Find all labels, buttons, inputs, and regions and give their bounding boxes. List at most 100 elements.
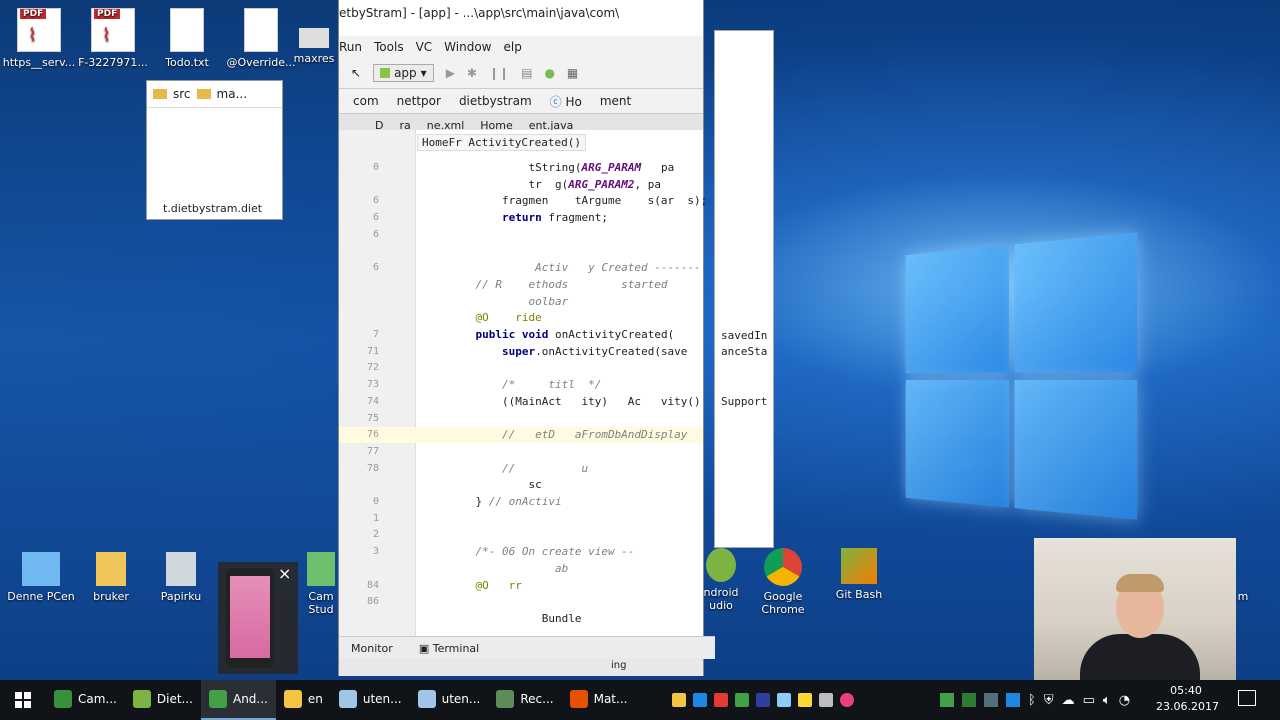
code-line[interactable]: 6 — [339, 227, 703, 243]
code-line[interactable]: 76 // etD aFromDbAndDisplay — [339, 427, 703, 444]
explorer-icon[interactable] — [693, 693, 707, 707]
desktop-icon-android-studio[interactable]: ndroid udio — [700, 548, 742, 612]
run-config-select[interactable]: app ▾ — [373, 64, 434, 82]
taskbar-item[interactable]: Mat... — [562, 680, 636, 720]
desktop-icon-maxres[interactable]: maxres — [290, 8, 338, 65]
desktop-icon-git-bash[interactable]: Git Bash — [822, 548, 896, 601]
folder-icon[interactable] — [798, 693, 812, 707]
desktop-icon-this-pc[interactable]: Denne PCen — [4, 552, 78, 603]
method-breadcrumb[interactable]: HomeFr ActivityCreated() — [417, 134, 586, 151]
sdk-manager-icon[interactable]: ▤ — [521, 66, 532, 80]
menu-tools[interactable]: Tools — [374, 40, 404, 54]
notepad-icon[interactable] — [777, 693, 791, 707]
structure-icon[interactable]: ▦ — [567, 66, 578, 80]
app-icon[interactable] — [940, 693, 954, 707]
taskbar-item[interactable]: And... — [200, 680, 276, 720]
code-line[interactable]: 72 — [339, 360, 703, 376]
desktop-icon-pdf-2[interactable]: PDF ⌇ F-3227971... — [76, 8, 150, 69]
code-line[interactable]: 3 /*- 06 On create view -- — [339, 544, 703, 560]
code-line[interactable]: 77 — [339, 444, 703, 460]
secondary-editor-panel[interactable]: savedIn anceSta Support — [714, 30, 774, 548]
code-line[interactable]: 2 — [339, 527, 703, 543]
menu-help[interactable]: elp — [504, 40, 522, 54]
phone-emulator-thumbnail[interactable] — [226, 568, 274, 668]
code-line[interactable]: 0 } // onActivi — [339, 494, 703, 510]
code-line[interactable]: 84 @O rr — [339, 578, 703, 594]
monitor-icon[interactable] — [984, 693, 998, 707]
code-line[interactable]: 78 // u — [339, 461, 703, 477]
code-line[interactable]: tr g(ARG_PARAM2, pa — [339, 177, 703, 193]
code-line[interactable]: 7 public void onActivityCreated( — [339, 327, 703, 343]
nav-crumb-home[interactable]: ⓒ Ho — [550, 93, 582, 110]
file-explorer-window[interactable]: src ma... t.dietbystram.diet — [146, 80, 283, 220]
desktop-icon-override[interactable]: @Override... — [224, 8, 298, 69]
code-line[interactable]: 6 fragmen tArgume s(ar s); — [339, 193, 707, 209]
firefox-icon[interactable] — [714, 693, 728, 707]
desktop-icon-pdf-1[interactable]: PDF ⌇ https__serv... — [2, 8, 76, 69]
attach-debugger-icon[interactable]: ❙❙ — [489, 66, 509, 80]
taskbar-item[interactable]: Diet... — [125, 680, 201, 720]
taskbar-item[interactable]: uten... — [410, 680, 489, 720]
code-line[interactable]: 74 ((MainAct ity) Ac vity() — [339, 394, 703, 410]
code-line[interactable]: Bundle — [339, 611, 703, 627]
photoshop-icon[interactable] — [756, 693, 770, 707]
taskbar-item[interactable]: uten... — [331, 680, 410, 720]
menu-window[interactable]: Window — [444, 40, 491, 54]
code-editor[interactable]: HomeFr ActivityCreated() 0 tString(ARG_P… — [339, 130, 707, 636]
start-button[interactable] — [0, 680, 46, 720]
code-line[interactable]: 1 — [339, 511, 703, 527]
explorer-file-label[interactable]: t.dietbystram.diet — [163, 202, 262, 215]
code-line[interactable]: 71 super.onActivityCreated(save — [339, 344, 703, 360]
code-line[interactable]: 6 Activ y Created ------- — [339, 260, 703, 276]
close-icon[interactable]: × — [278, 564, 291, 583]
folder-icon[interactable] — [672, 693, 686, 707]
nav-crumb-dietbystram[interactable]: dietbystram — [459, 94, 532, 108]
tool-tab-terminal[interactable]: ▣ Terminal — [419, 642, 479, 655]
code-line[interactable]: 73 /* titl */ — [339, 377, 703, 393]
menu-vcs[interactable]: VC — [416, 40, 433, 54]
emulator-thumbnail-preview[interactable]: × — [218, 562, 298, 674]
shield-icon[interactable]: ⛨ — [1044, 693, 1054, 708]
code-line[interactable]: 0 tString(ARG_PARAM pa — [339, 160, 703, 176]
desktop-icon-recycle-bin[interactable]: Papirku — [144, 552, 218, 603]
breadcrumb-main[interactable]: ma... — [217, 87, 248, 101]
bluetooth-icon[interactable]: ᛒ — [1028, 693, 1036, 708]
nav-crumb-com[interactable]: com — [353, 94, 379, 108]
cloud-icon[interactable]: ☁ — [1062, 693, 1075, 708]
code-line[interactable]: 75 — [339, 411, 703, 427]
code-line[interactable]: @O ride — [339, 310, 703, 326]
volume-icon[interactable]: 🔈︎ — [1103, 693, 1111, 708]
document-icon[interactable] — [819, 693, 833, 707]
explorer-breadcrumb[interactable]: src ma... — [147, 81, 282, 108]
code-line[interactable]: 6 return fragment; — [339, 210, 703, 226]
breadcrumb-src[interactable]: src — [173, 87, 191, 101]
code-line[interactable] — [339, 244, 703, 260]
nav-crumb-package[interactable]: nettpor — [397, 94, 441, 108]
desktop-icon-user[interactable]: bruker — [74, 552, 148, 603]
chrome-icon[interactable] — [735, 693, 749, 707]
android-studio-window[interactable]: etbyStram] - [app] - ...\app\src\main\ja… — [338, 0, 715, 676]
code-line[interactable]: sc — [339, 477, 703, 493]
run-icon[interactable]: ▶ — [446, 66, 455, 80]
nav-crumb-fragment[interactable]: ment — [600, 94, 631, 108]
notification-center-icon[interactable] — [1238, 690, 1256, 706]
debug-icon[interactable]: ✱ — [467, 66, 477, 80]
back-arrow-icon[interactable]: ↖ — [351, 66, 361, 80]
code-line[interactable]: 86 — [339, 594, 703, 610]
taskbar-item[interactable]: Cam... — [46, 680, 125, 720]
desktop-icon-todo[interactable]: Todo.txt — [150, 8, 224, 69]
dropbox-icon[interactable] — [1006, 693, 1020, 707]
battery-icon[interactable]: ▭ — [1083, 693, 1095, 708]
code-line[interactable]: ab — [339, 561, 703, 577]
menu-run[interactable]: Run — [339, 40, 362, 54]
app-icon[interactable] — [840, 693, 854, 707]
tool-tab-monitor[interactable]: Monitor — [351, 642, 393, 655]
taskbar-item[interactable]: Rec... — [488, 680, 561, 720]
desktop-icon-chrome[interactable]: Google Chrome — [746, 548, 820, 616]
avd-manager-icon[interactable]: ● — [544, 66, 554, 80]
taskbar-item[interactable]: en — [276, 680, 331, 720]
nvidia-icon[interactable] — [962, 693, 976, 707]
clock[interactable]: 05:40 23.06.2017 — [1156, 683, 1219, 715]
code-line[interactable]: oolbar — [339, 294, 703, 310]
code-line[interactable]: // R ethods started — [339, 277, 703, 293]
